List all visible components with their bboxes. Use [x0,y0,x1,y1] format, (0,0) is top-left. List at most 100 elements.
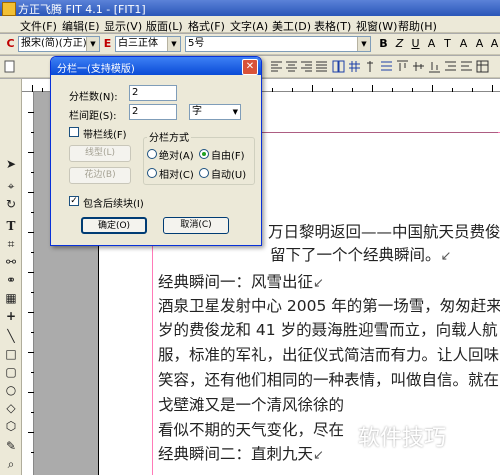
font-cn-select[interactable]: 报宋(简)(方正) ▼ [18,36,100,52]
radio-free[interactable] [199,149,209,159]
font-en-select[interactable]: 白三正体 ▼ [115,36,181,52]
dialog-title-bar[interactable]: 分栏一(支持模版) ✕ [51,57,261,75]
font-size-select[interactable]: 5号 ▼ [185,36,371,52]
rectangle-tool-icon[interactable]: □ [4,347,18,361]
columns-dialog: 分栏一(支持模版) ✕ 分栏数(N): 2 栏间距(S): 2 字 ▼ 带栏线(… [50,56,262,246]
rotate-icon[interactable]: ↻ [4,197,18,211]
superscript-button[interactable]: A [456,36,471,52]
vertical-ruler [22,92,34,475]
text-line[interactable]: 看似不期的天气变化，尽在 [158,420,344,440]
chain-icon[interactable]: ⚭ [4,273,18,287]
subscript-button[interactable]: A [472,36,487,52]
indent-icon[interactable] [444,60,457,73]
polygon-tool-icon[interactable]: ⬡ [4,419,18,433]
rounded-rect-tool-icon[interactable]: ▢ [4,365,18,379]
radio-auto[interactable] [199,168,209,178]
link-icon[interactable]: ⚯ [4,255,18,269]
menu-file[interactable]: 文件(F) [20,18,57,34]
pen-tool-icon[interactable]: ✎ [4,439,18,453]
cancel-button[interactable]: 取消(C) [163,217,229,234]
line-tool-icon[interactable]: ╲ [4,329,18,343]
align-right-icon[interactable] [300,60,313,73]
font-cn-value: 报宋(简)(方正) [21,38,87,49]
justify-icon[interactable] [315,60,328,73]
chevron-down-icon[interactable]: ▼ [167,37,180,51]
align-left-icon[interactable] [270,60,283,73]
italic-button[interactable]: Z [392,36,407,52]
font-toolbar: C 报宋(简)(方正) ▼ E 白三正体 ▼ 5号 ▼ B Z U A T A A A [0,34,500,55]
table-icon[interactable] [476,60,489,73]
line-style-button[interactable]: 线型(L) [69,145,131,162]
divider-checkbox[interactable] [69,127,79,137]
text-style-button[interactable]: T [440,36,455,52]
distribute-icon[interactable] [380,60,393,73]
grid-tool-icon[interactable]: ▦ [4,291,18,305]
columns-icon[interactable] [332,60,345,73]
select-icon[interactable]: ⌖ [4,179,18,193]
align-center-icon[interactable] [285,60,298,73]
text-line[interactable]: 经典瞬间二：直刺九天↙ [158,444,324,466]
menu-view[interactable]: 显示(V) [104,18,142,34]
underline-button[interactable]: U [408,36,423,52]
font-en-label: E [103,37,112,50]
paragraph-mark-icon: ↙ [313,276,324,291]
gutter-input[interactable]: 2 [129,104,177,120]
text-line[interactable]: 留下了一个个经典瞬间。↙ [270,245,451,267]
font-cn-label: C [6,37,15,50]
menu-table[interactable]: 表格(T) [314,18,351,34]
gutter-unit-select[interactable]: 字 ▼ [189,104,241,120]
app-icon [2,2,16,16]
column-method-title: 分栏方式 [147,129,191,144]
dialog-title: 分栏一(支持模版) [57,64,135,75]
menu-help[interactable]: 帮助(H) [398,18,437,34]
vertical-text-icon[interactable] [364,60,377,73]
zoom-tool-icon[interactable]: ⌕ [4,457,18,471]
close-icon[interactable]: ✕ [242,59,258,75]
text-line[interactable]: 戈壁滩又是一个清风徐徐的 [158,395,344,415]
diamond-tool-icon[interactable]: ◇ [4,401,18,415]
radio-relative-label: 相对(C) [159,170,194,181]
text-line[interactable]: 服，标准的军礼，出征仪式简洁而有力。让人回味 [158,345,499,365]
plus-icon[interactable]: + [4,309,18,323]
text-line[interactable]: 笑容，还有他们相同的一种表情，叫做自信。就在 [158,370,499,390]
border-style-button[interactable]: 花边(B) [69,167,131,184]
window-title: 方正飞腾 FIT 4.1 - [FIT1] [18,3,146,16]
ok-button[interactable]: 确定(O) [81,217,147,234]
radio-relative[interactable] [147,168,157,178]
chevron-down-icon[interactable]: ▼ [233,105,238,119]
text-tool-icon[interactable]: T [4,219,18,233]
divider-label: 带栏线(F) [83,130,127,141]
outdent-icon[interactable] [460,60,473,73]
menu-edit[interactable]: 编辑(E) [62,18,100,34]
text-line[interactable]: 岁的费俊龙和 41 岁的聂海胜迎雪而立，向载人航 [158,320,498,340]
grid-icon[interactable] [348,60,361,73]
crop-icon[interactable]: ⌗ [4,237,18,251]
font-color-button[interactable]: A [424,36,439,52]
chevron-down-icon[interactable]: ▼ [86,37,99,51]
watermark: 软件技巧 [358,426,447,451]
align-middle-icon[interactable] [412,60,425,73]
menu-format[interactable]: 格式(F) [188,18,225,34]
title-bar: 方正飞腾 FIT 4.1 - [FIT1] [0,0,500,16]
radio-auto-label: 自动(U) [211,170,247,181]
bold-button[interactable]: B [376,36,391,52]
ellipse-tool-icon[interactable]: ○ [4,383,18,397]
include-following-label: 包含后续块(I) [83,199,144,210]
menu-art[interactable]: 美工(D) [272,18,311,34]
menu-text[interactable]: 文字(A) [230,18,268,34]
include-following-checkbox[interactable]: ✓ [69,196,79,206]
outline-button[interactable]: A [487,36,500,52]
new-file-icon[interactable] [3,60,16,73]
text-line[interactable]: 经典瞬间一：风雪出征↙ [158,272,324,294]
chevron-down-icon[interactable]: ▼ [357,37,370,51]
columns-input[interactable]: 2 [129,85,177,101]
align-top-icon[interactable] [396,60,409,73]
text-line[interactable]: 万日黎明返回——中国航天员费俊 [268,222,500,242]
text-line[interactable]: 酒泉卫星发射中心 2005 年的第一场雪，匆匆赶来 [158,296,500,316]
gutter-label: 栏间距(S): [69,111,117,122]
align-bottom-icon[interactable] [428,60,441,73]
menu-layout[interactable]: 版面(L) [146,18,183,34]
pointer-icon[interactable]: ➤ [4,157,18,171]
radio-absolute[interactable] [147,149,157,159]
menu-window[interactable]: 视窗(W) [356,18,397,34]
